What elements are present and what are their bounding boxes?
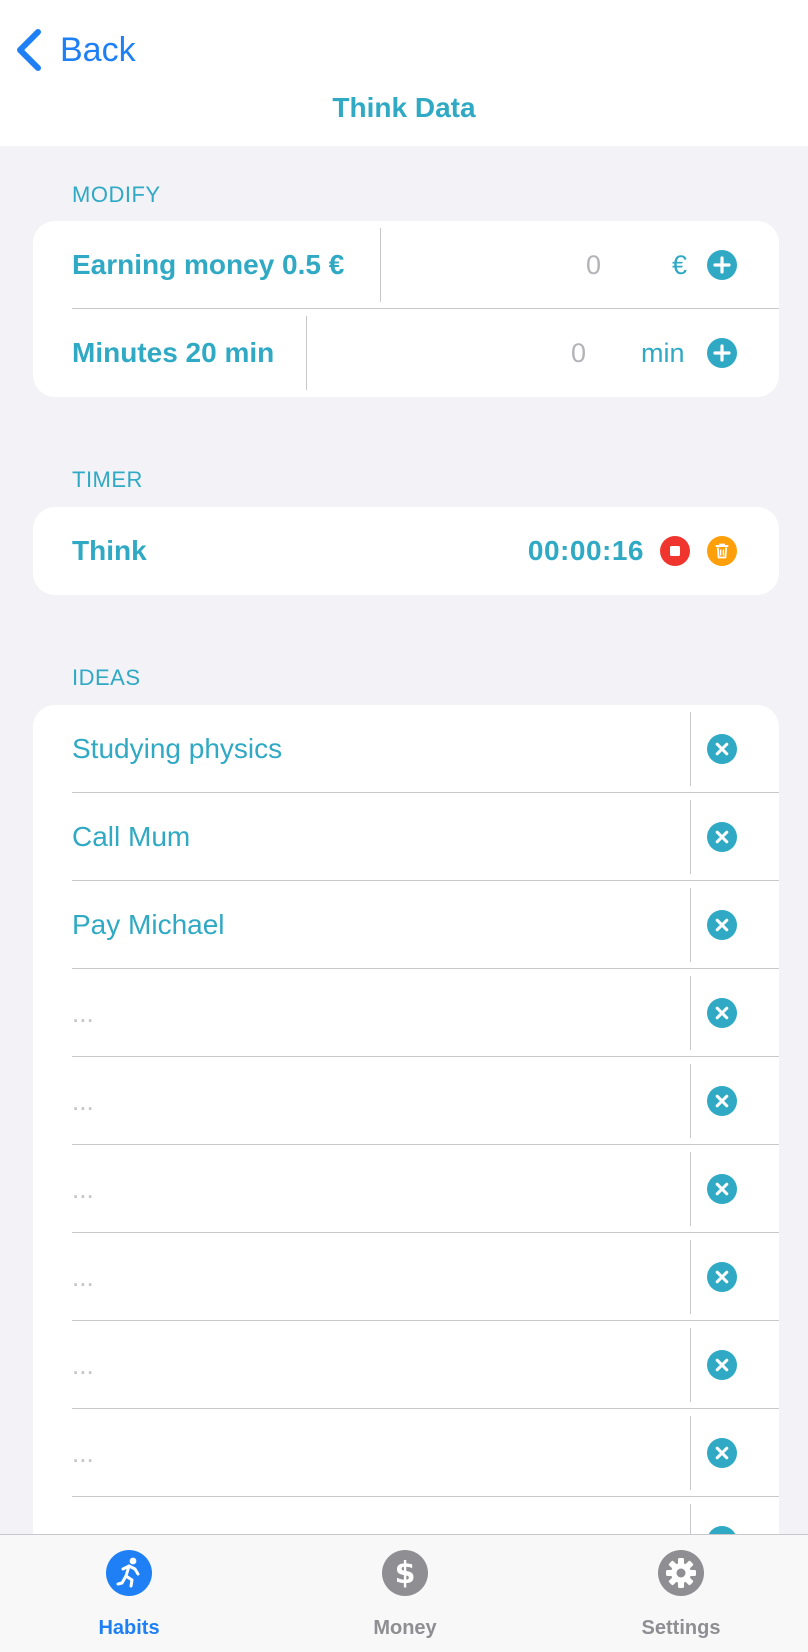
remove-circle-icon[interactable] (707, 822, 737, 852)
row-divider (690, 888, 691, 962)
row-divider (690, 712, 691, 786)
tab-label: Habits (98, 1617, 160, 1639)
row-divider (690, 800, 691, 874)
tab-bar: Habits $ Money Settings (0, 1534, 808, 1652)
dollar-circle-icon: $ (382, 1550, 428, 1596)
row-divider (306, 316, 307, 390)
idea-row: Call Mum (33, 793, 779, 881)
idea-placeholder-input[interactable]: ... (72, 1057, 94, 1145)
timer-name: Think (72, 535, 147, 566)
remove-circle-icon[interactable] (707, 1350, 737, 1380)
idea-placeholder-input[interactable]: ... (72, 1409, 94, 1497)
timer-card: Think 00:00:16 (33, 507, 779, 595)
trash-circle-icon[interactable] (707, 536, 737, 566)
row-divider (690, 1064, 691, 1138)
idea-row: Pay Michael (33, 881, 779, 969)
section-header-timer: TIMER (72, 467, 143, 492)
row-divider (690, 1328, 691, 1402)
section-header-ideas: IDEAS (72, 665, 141, 690)
chevron-left-icon (17, 29, 41, 71)
modify-row-label: Minutes 20 min (72, 337, 275, 368)
idea-row: ... (33, 969, 779, 1057)
tab-habits[interactable]: Habits (59, 1535, 199, 1652)
earning-unit-label: € (672, 249, 688, 280)
idea-row: ... (33, 1233, 779, 1321)
navigation-bar: Back Think Data (0, 0, 808, 146)
running-figure-icon (106, 1550, 152, 1596)
idea-text-input[interactable]: Call Mum (72, 793, 190, 881)
remove-circle-icon[interactable] (707, 734, 737, 764)
tab-money[interactable]: $ Money (335, 1535, 475, 1652)
idea-placeholder-input[interactable]: ... (72, 1145, 94, 1233)
back-label: Back (60, 30, 136, 69)
page-title: Think Data (332, 92, 476, 123)
tab-settings[interactable]: Settings (611, 1535, 751, 1652)
row-divider (690, 976, 691, 1050)
section-header-modify: MODIFY (72, 182, 161, 207)
modify-row-minutes: Minutes 20 min 0 min (33, 309, 779, 397)
remove-circle-icon[interactable] (707, 910, 737, 940)
minutes-value-input[interactable]: 0 (571, 309, 586, 397)
tab-label: Settings (641, 1617, 721, 1639)
modify-card: Earning money 0.5 € 0 € Minutes 20 min 0… (33, 221, 779, 397)
idea-placeholder-input[interactable]: ... (72, 1321, 94, 1409)
idea-row: ... (33, 1409, 779, 1497)
plus-circle-icon[interactable] (707, 250, 737, 280)
idea-placeholder-input[interactable]: ... (72, 969, 94, 1057)
idea-text-input[interactable]: Studying physics (72, 705, 282, 793)
idea-row: ... (33, 1057, 779, 1145)
row-divider (690, 1416, 691, 1490)
tab-label: Money (373, 1617, 437, 1639)
row-divider (690, 1152, 691, 1226)
gear-icon (658, 1550, 704, 1596)
ideas-list: Studying physics Call Mum Pay Michael.....… (33, 705, 779, 1585)
timer-row: Think 00:00:16 (33, 507, 779, 595)
idea-text-input[interactable]: Pay Michael (72, 881, 225, 969)
row-divider (690, 1240, 691, 1314)
modify-row-label: Earning money 0.5 € (72, 249, 345, 280)
idea-row: Studying physics (33, 705, 779, 793)
idea-row: ... (33, 1321, 779, 1409)
row-divider (380, 228, 381, 302)
stop-circle-icon[interactable] (660, 536, 690, 566)
remove-circle-icon[interactable] (707, 1174, 737, 1204)
idea-row: ... (33, 1145, 779, 1233)
remove-circle-icon[interactable] (707, 1086, 737, 1116)
plus-circle-icon[interactable] (707, 338, 737, 368)
timer-elapsed: 00:00:16 (527, 535, 644, 566)
modify-row-earning: Earning money 0.5 € 0 € (33, 221, 779, 309)
back-button[interactable]: Back (14, 26, 136, 74)
idea-placeholder-input[interactable]: ... (72, 1233, 94, 1321)
minutes-unit-label: min (641, 337, 685, 368)
remove-circle-icon[interactable] (707, 1438, 737, 1468)
remove-circle-icon[interactable] (707, 998, 737, 1028)
remove-circle-icon[interactable] (707, 1262, 737, 1292)
ideas-card: Studying physics Call Mum Pay Michael.....… (33, 705, 779, 1605)
earning-value-input[interactable]: 0 (586, 221, 601, 309)
